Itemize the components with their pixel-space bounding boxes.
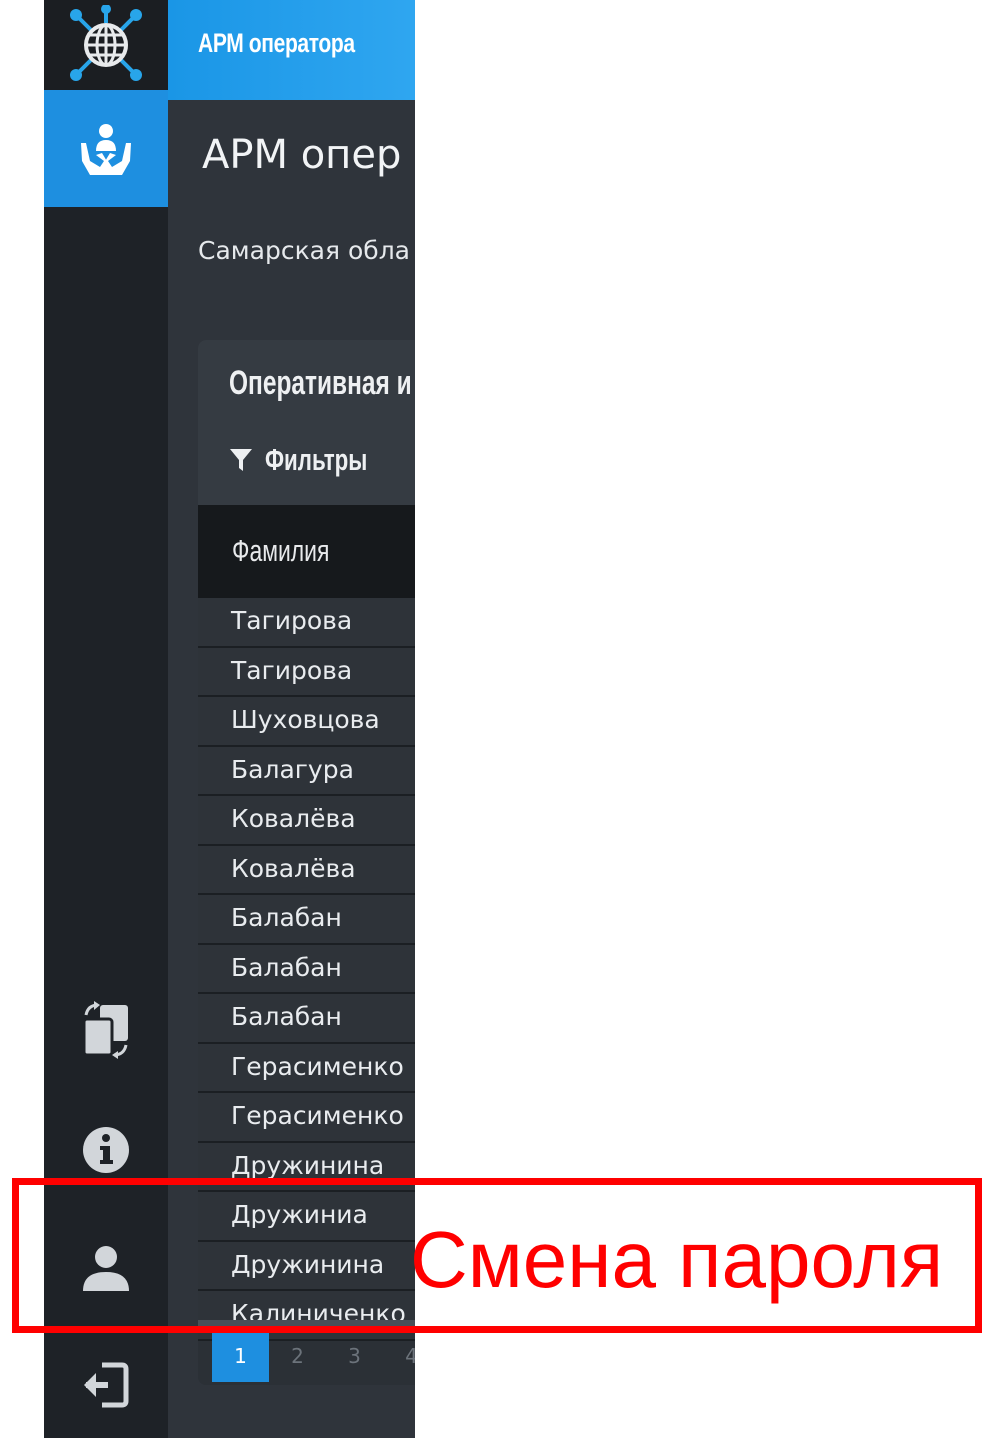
page-button-4[interactable]: 4 bbox=[383, 1330, 415, 1382]
table-header-surname[interactable]: Фамилия bbox=[198, 505, 415, 598]
page-title: АРМ опер bbox=[202, 132, 402, 178]
globe-logo-icon[interactable] bbox=[44, 0, 168, 90]
surname-cell: Ковалёва bbox=[231, 804, 356, 833]
table-row[interactable]: Герасименко bbox=[198, 1043, 415, 1093]
surname-cell: Ковалёва bbox=[231, 853, 356, 883]
card-title: Оперативная и bbox=[229, 364, 412, 402]
documents-swap-icon[interactable] bbox=[44, 995, 168, 1065]
filters-button[interactable]: Фильтры bbox=[229, 440, 415, 480]
app-header-title: АРМ оператора bbox=[198, 28, 355, 58]
annotation-label: Смена пароля bbox=[410, 1215, 944, 1304]
info-icon[interactable] bbox=[44, 1115, 168, 1185]
filters-label: Фильтры bbox=[265, 442, 368, 477]
page-button-3[interactable]: 3 bbox=[326, 1330, 383, 1382]
surname-cell: Герасименко bbox=[231, 1051, 404, 1081]
operator-hands-icon[interactable] bbox=[44, 90, 168, 207]
table-row[interactable]: Герасименко bbox=[198, 1093, 415, 1143]
app-header: АРМ оператора bbox=[168, 0, 415, 100]
surname-cell: Дружинина bbox=[231, 1150, 385, 1180]
filter-icon bbox=[230, 449, 252, 471]
table-row[interactable]: Балабан bbox=[198, 944, 415, 994]
page-button-1[interactable]: 1 bbox=[212, 1330, 269, 1382]
table-row[interactable]: Балагура bbox=[198, 746, 415, 796]
surname-cell: Герасименко bbox=[231, 1101, 404, 1130]
column-header-label: Фамилия bbox=[232, 533, 330, 568]
page-button-2[interactable]: 2 bbox=[269, 1330, 326, 1382]
chevron-icon bbox=[413, 450, 415, 470]
region-label: Самарская обла bbox=[198, 236, 410, 265]
surname-cell: Балагура bbox=[231, 754, 354, 784]
surname-cell: Балабан bbox=[231, 1002, 342, 1031]
surname-cell: Шуховцова bbox=[231, 705, 380, 734]
logout-icon[interactable] bbox=[44, 1350, 168, 1420]
surname-cell: Тагирова bbox=[231, 606, 353, 635]
table-row[interactable]: Шуховцова bbox=[198, 697, 415, 747]
table-row[interactable]: Балабан bbox=[198, 895, 415, 945]
card-header: Оперативная и Фильтры bbox=[198, 340, 415, 505]
table-row[interactable]: Балабан bbox=[198, 994, 415, 1044]
table-row[interactable]: Ковалёва bbox=[198, 796, 415, 846]
table-row[interactable]: Тагирова bbox=[198, 647, 415, 697]
pagination: 1234 bbox=[212, 1330, 415, 1382]
surname-cell: Тагирова bbox=[231, 655, 353, 685]
table-row[interactable]: Ковалёва bbox=[198, 845, 415, 895]
table-row[interactable]: Тагирова bbox=[198, 598, 415, 648]
surname-cell: Балабан bbox=[231, 952, 342, 982]
surname-cell: Балабан bbox=[231, 903, 342, 932]
